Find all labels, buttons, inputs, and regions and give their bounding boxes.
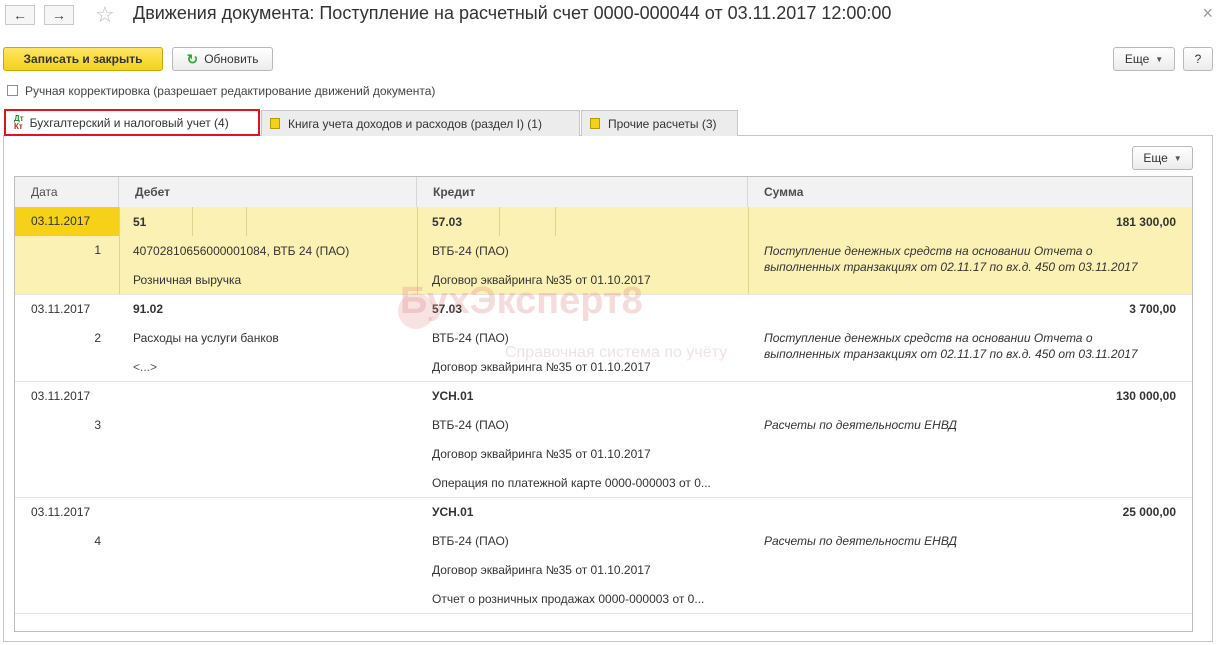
table-row[interactable]: 03.11.2017 4 УСН.01 ВТБ-24 (ПАО) Договор… — [15, 498, 1192, 614]
watermark-tagline: Справочная система по учёту — [505, 344, 728, 361]
cell-credit: УСН.01 — [432, 505, 474, 519]
register-icon — [590, 118, 600, 129]
save-close-button[interactable]: Записать и закрыть — [3, 47, 163, 71]
more-button[interactable]: Еще ▼ — [1113, 47, 1175, 71]
cell-credit: 57.03 — [432, 215, 463, 229]
tab-label: Книга учета доходов и расходов (раздел I… — [288, 116, 542, 131]
cell-num: 4 — [94, 534, 101, 548]
chevron-down-icon: ▼ — [1173, 153, 1182, 163]
register-icon — [270, 118, 280, 129]
watermark-brand: БухЭксперт8 — [400, 280, 643, 322]
cell-note-line1: Расчеты по деятельности ЕНВД — [764, 534, 958, 548]
cell-credit: УСН.01 — [432, 389, 474, 403]
star-icon[interactable]: ☆ — [95, 2, 115, 28]
cell-credit-sub3: Отчет о розничных продажах 0000-000003 о… — [432, 592, 705, 606]
movements-table[interactable]: Дата Дебет Кредит Сумма 03.11.2017 1 51 … — [14, 176, 1193, 632]
cell-credit-sub3: Операция по платежной карте 0000-000003 … — [432, 476, 711, 490]
column-header-credit[interactable]: Кредит — [417, 177, 748, 207]
cell-num: 2 — [94, 331, 101, 345]
manual-edit-checkbox[interactable] — [7, 85, 18, 96]
cell-note-line2: выполненных транзакциях от 02.11.17 по в… — [764, 347, 1138, 361]
tab-income-book[interactable]: Книга учета доходов и расходов (раздел I… — [261, 110, 580, 136]
cell-note-line1: Поступление денежных средств на основани… — [764, 244, 1093, 258]
forward-button[interactable]: → — [44, 5, 74, 25]
column-header-date[interactable]: Дата — [15, 177, 119, 207]
table-header: Дата Дебет Кредит Сумма — [15, 177, 1192, 208]
dt-kt-icon: Дт Кт — [14, 113, 24, 131]
cell-credit-sub1: ВТБ-24 (ПАО) — [432, 331, 509, 345]
cell-num: 3 — [94, 418, 101, 432]
cell-credit-sub1: ВТБ-24 (ПАО) — [432, 418, 509, 432]
tab-label: Бухгалтерский и налоговый учет (4) — [29, 115, 229, 130]
cell-debit: 91.02 — [133, 302, 164, 316]
cell-date: 03.11.2017 — [31, 505, 91, 519]
cell-debit-sub1: 40702810656000001084, ВТБ 24 (ПАО) — [133, 244, 350, 258]
column-header-amount[interactable]: Сумма — [748, 177, 1192, 207]
chevron-down-icon: ▼ — [1155, 54, 1164, 64]
more-label: Еще — [1124, 52, 1150, 66]
table-row[interactable]: 03.11.2017 3 УСН.01 ВТБ-24 (ПАО) Договор… — [15, 382, 1192, 498]
cell-amount: 181 300,00 — [1115, 215, 1176, 229]
cell-credit-sub2: Договор эквайринга №35 от 01.10.2017 — [432, 447, 651, 461]
cell-credit-sub1: ВТБ-24 (ПАО) — [432, 244, 509, 258]
cell-date: 03.11.2017 — [31, 302, 91, 316]
tab-accounting[interactable]: Дт Кт Бухгалтерский и налоговый учет (4) — [4, 109, 260, 136]
cell-note-line2: выполненных транзакциях от 02.11.17 по в… — [764, 260, 1138, 274]
tab-other-settlements[interactable]: Прочие расчеты (3) — [581, 110, 738, 136]
tab-label: Прочие расчеты (3) — [608, 116, 717, 131]
cell-debit: 51 — [133, 215, 147, 229]
cell-credit-sub1: ВТБ-24 (ПАО) — [432, 534, 509, 548]
refresh-button[interactable]: ↻ Обновить — [172, 47, 273, 71]
cell-amount: 130 000,00 — [1115, 389, 1176, 403]
back-button[interactable]: ← — [5, 5, 35, 25]
cell-amount: 3 700,00 — [1129, 302, 1176, 316]
cell-debit-sub1: Расходы на услуги банков — [133, 331, 279, 345]
cell-date: 03.11.2017 — [15, 207, 119, 236]
column-header-debit[interactable]: Дебет — [119, 177, 417, 207]
cell-amount: 25 000,00 — [1122, 505, 1176, 519]
refresh-icon: ↻ — [186, 50, 199, 67]
help-button[interactable]: ? — [1183, 47, 1213, 71]
arrow-left-icon: ← — [13, 7, 27, 23]
cell-note-line1: Расчеты по деятельности ЕНВД — [764, 418, 958, 432]
cell-date: 03.11.2017 — [31, 389, 91, 403]
close-icon[interactable]: × — [1202, 3, 1213, 24]
refresh-label: Обновить — [204, 52, 259, 66]
page-title: Движения документа: Поступление на расче… — [133, 3, 892, 23]
manual-edit-label: Ручная корректировка (разрешает редактир… — [25, 84, 436, 98]
cell-credit-sub2: Договор эквайринга №35 от 01.10.2017 — [432, 360, 651, 374]
table-more-button[interactable]: Еще ▼ — [1132, 146, 1193, 170]
more-label: Еще — [1143, 151, 1168, 165]
arrow-right-icon: → — [52, 7, 66, 23]
cell-debit-sub2: <...> — [133, 360, 158, 374]
cell-debit-sub2: Розничная выручка — [133, 273, 242, 287]
cell-num: 1 — [94, 243, 101, 257]
cell-note-line1: Поступление денежных средств на основани… — [764, 331, 1093, 345]
cell-credit-sub2: Договор эквайринга №35 от 01.10.2017 — [432, 563, 651, 577]
